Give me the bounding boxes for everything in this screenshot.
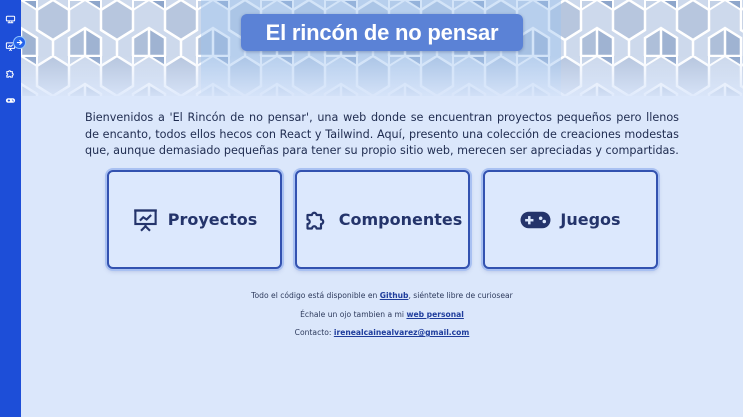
- presentation-icon: [133, 209, 157, 232]
- footer-text: Contacto:: [294, 328, 334, 337]
- footer-text: Échale un ojo tambien a mi: [300, 310, 407, 319]
- title-pill: El rincón de no pensar: [241, 14, 523, 51]
- sidebar: [0, 0, 21, 417]
- gamepad-icon: [5, 97, 16, 103]
- footer-contact-line: Contacto: irenealcainealvarez@gmail.com: [21, 328, 743, 337]
- puzzle-icon: [6, 69, 14, 78]
- page-title: El rincón de no pensar: [265, 19, 499, 45]
- footer-web-line: Échale un ojo tambien a mi web personal: [21, 310, 743, 319]
- personal-web-link[interactable]: web personal: [406, 310, 463, 319]
- card-juegos[interactable]: Juegos: [483, 170, 658, 269]
- card-label-juegos: Juegos: [560, 210, 621, 229]
- puzzle-icon: [306, 211, 325, 230]
- github-link[interactable]: Github: [380, 291, 409, 300]
- sidebar-item-componentes[interactable]: [4, 66, 18, 80]
- footer-github-line: Todo el código está disponible en Github…: [21, 291, 743, 300]
- gamepad-icon: [520, 211, 551, 228]
- sidebar-item-juegos[interactable]: [4, 93, 18, 107]
- card-label-componentes: Componentes: [338, 210, 463, 229]
- banner-fade: [21, 56, 743, 96]
- sidebar-item-home[interactable]: [4, 12, 18, 26]
- email-link[interactable]: irenealcainealvarez@gmail.com: [334, 328, 469, 337]
- card-componentes[interactable]: Componentes: [295, 170, 470, 269]
- category-cards: Proyectos Componentes Juegos: [107, 170, 658, 269]
- sidebar-expand-button[interactable]: [13, 36, 26, 49]
- footer-text: , siéntete libre de curiosear: [408, 291, 513, 300]
- card-proyectos[interactable]: Proyectos: [107, 170, 282, 269]
- card-label-proyectos: Proyectos: [167, 210, 258, 229]
- footer-text: Todo el código está disponible en: [251, 291, 380, 300]
- hero-banner: El rincón de no pensar: [21, 0, 743, 96]
- intro-paragraph: Bienvenidos a 'El Rincón de no pensar', …: [85, 111, 679, 157]
- arrow-right-icon: [16, 39, 23, 46]
- gamepad-retro-icon: [5, 15, 16, 23]
